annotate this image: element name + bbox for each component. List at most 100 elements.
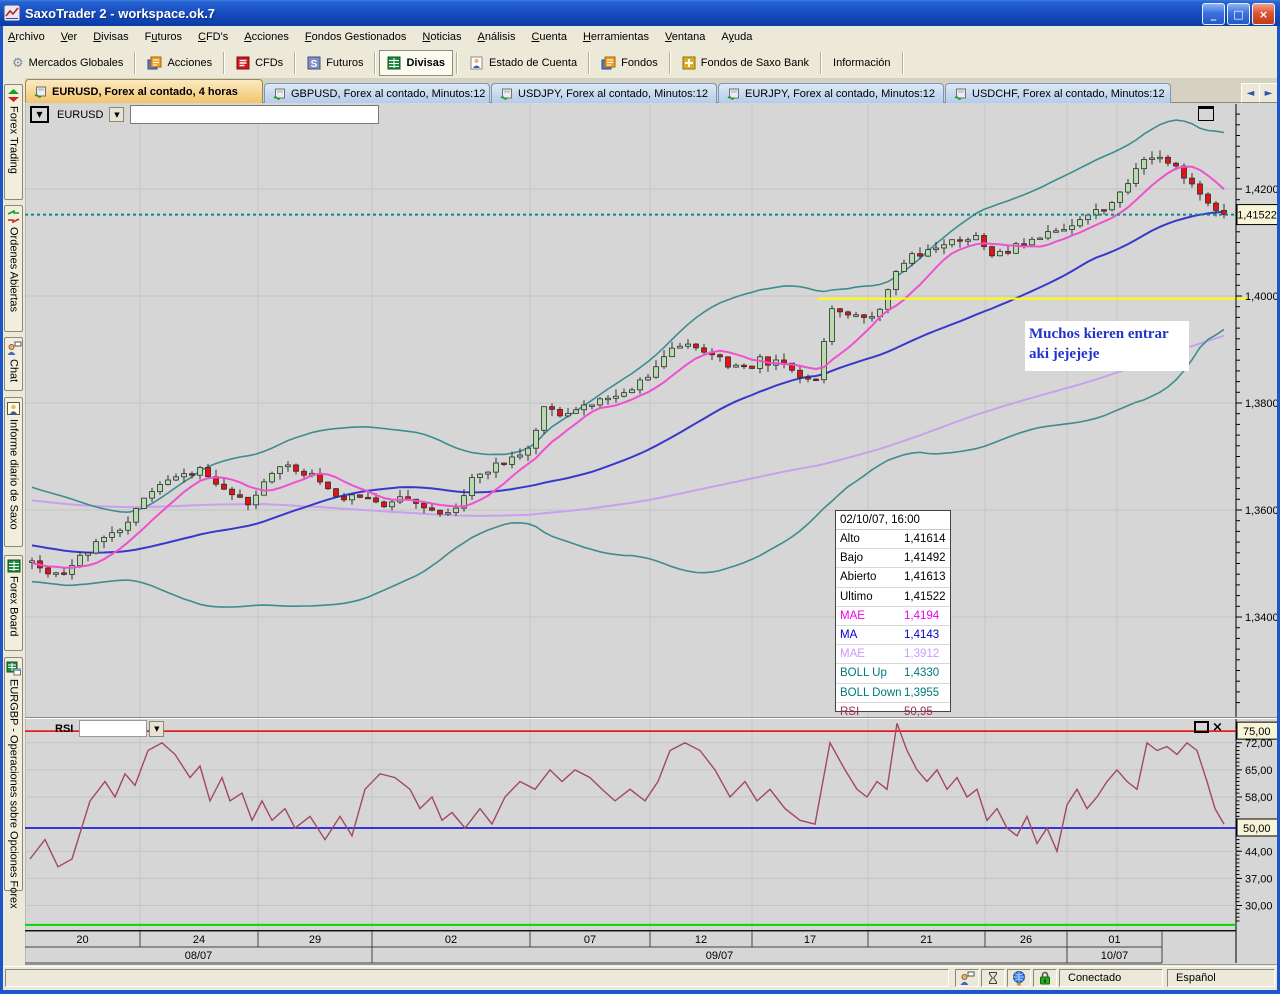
tab-scroll-right-button[interactable]: ► <box>1259 83 1278 103</box>
chart-menu-button[interactable]: ▼ <box>30 106 49 123</box>
rsi-panel-controls: × <box>1194 721 1223 733</box>
tab-eurjpy[interactable]: EURJPY, Forex al contado, Minutos:12 <box>718 83 944 103</box>
app-icon <box>4 5 20 21</box>
instrument-search-input[interactable] <box>130 105 379 124</box>
menu-futuros[interactable]: Futuros <box>137 28 190 46</box>
network-globe-icon <box>1011 970 1027 986</box>
status-cell-hourglass-icon[interactable] <box>981 969 1005 987</box>
tab-usdchf[interactable]: USDCHF, Forex al contado, Minutos:12 <box>945 83 1171 103</box>
menu-cfd-s[interactable]: CFD's <box>190 28 236 46</box>
tab-scroll-left-button[interactable]: ◄ <box>1241 83 1260 103</box>
menu-cuenta[interactable]: Cuenta <box>523 28 574 46</box>
instrument-dropdown-button[interactable]: ▼ <box>109 107 124 122</box>
rsi-maximize-icon[interactable] <box>1194 721 1209 733</box>
menu-divisas[interactable]: Divisas <box>85 28 136 46</box>
saxo-funds-icon <box>682 56 696 70</box>
status-cell-network-globe-icon[interactable] <box>1007 969 1031 987</box>
menu-acciones[interactable]: Acciones <box>236 28 297 46</box>
tooltip-row-label: BOLL Down <box>840 684 904 702</box>
tab-eurusd[interactable]: EURUSD, Forex al contado, 4 horas <box>25 79 263 103</box>
tooltip-row-value: 1,41522 <box>904 588 946 606</box>
chart-doc-icon <box>273 88 286 100</box>
toolbar-button-fondos[interactable]: Fondos <box>593 50 666 76</box>
sidebar-item-label: Forex Trading <box>8 106 20 174</box>
menu-ver[interactable]: Ver <box>53 28 86 46</box>
futures-icon: S <box>307 56 321 70</box>
chart-doc-icon <box>500 88 513 100</box>
tooltip-row-value: 1,3955 <box>904 684 939 702</box>
sidebar-item-ordenes-abiertas[interactable]: Ordenes Abiertas <box>4 205 23 332</box>
menu-ventana[interactable]: Ventana <box>657 28 713 46</box>
toolbar-button-label: Información <box>833 57 890 69</box>
menu-ayuda[interactable]: Ayuda <box>713 28 760 46</box>
tooltip-row-value: 1,4330 <box>904 664 939 682</box>
rsi-dropdown-button[interactable]: ▼ <box>149 721 164 737</box>
tooltip-row-label: Alto <box>840 530 904 548</box>
toolbar-separator <box>820 52 822 74</box>
status-bar: Conectado Español <box>3 966 1277 991</box>
toolbar-button-cfds[interactable]: CFDs <box>228 50 291 76</box>
annotation-line: Muchos kieren entrar <box>1029 324 1187 344</box>
chart-text-annotation[interactable]: Muchos kieren entrar aki jejejeje <box>1025 321 1189 371</box>
rsi-settings-input[interactable] <box>79 720 147 737</box>
menu-herramientas[interactable]: Herramientas <box>575 28 657 46</box>
tooltip-row-label: RSI <box>840 703 904 721</box>
chart-restore-icon[interactable] <box>1198 106 1214 121</box>
toolbar-button-fondos-de-saxo-bank[interactable]: Fondos de Saxo Bank <box>674 50 817 76</box>
status-message-area <box>5 969 949 987</box>
menu-archivo[interactable]: Archivo <box>0 28 53 46</box>
tooltip-row-label: MA <box>840 626 904 644</box>
tab-gbpusd[interactable]: GBPUSD, Forex al contado, Minutos:12 <box>264 83 490 103</box>
status-cell-chat-user-icon[interactable] <box>955 969 979 987</box>
sidebar-item-informe-diario-de-saxo[interactable]: Informe diario de Saxo <box>4 397 23 547</box>
stocks-icon <box>147 56 162 70</box>
daily-report-icon <box>6 401 21 416</box>
sidebar-item-forex-trading[interactable]: Forex Trading <box>4 84 23 200</box>
account-icon <box>469 56 484 70</box>
tooltip-row-value: 1,4194 <box>904 607 939 625</box>
tab-strip: EURUSD, Forex al contado, 4 horas GBPUSD,… <box>25 78 1172 103</box>
window-border-left <box>0 26 3 990</box>
status-cell-lock-icon[interactable] <box>1033 969 1057 987</box>
language-status: Español <box>1167 969 1275 987</box>
toolbar-button-futuros[interactable]: S Futuros <box>299 50 371 76</box>
tooltip-row-value: 50,95 <box>904 703 933 721</box>
close-button[interactable]: × <box>1252 3 1275 25</box>
chart-canvas[interactable] <box>25 103 1277 964</box>
tooltip-rows: Alto1,41614Bajo1,41492Abierto1,41613Ulti… <box>836 530 950 721</box>
scroll-right-icon: ► <box>1265 88 1273 99</box>
window-title: SaxoTrader 2 - workspace.ok.7 <box>25 6 215 21</box>
scroll-left-icon: ◄ <box>1247 88 1255 99</box>
menu-bar: ArchivoVerDivisasFuturosCFD'sAccionesFon… <box>0 26 1280 49</box>
toolbar-button-estado-de-cuenta[interactable]: Estado de Cuenta <box>461 50 585 76</box>
fx-options-icon <box>6 661 21 676</box>
tooltip-row: Ultimo1,41522 <box>836 588 950 607</box>
toolbar-separator <box>588 52 590 74</box>
instrument-select[interactable]: EURUSD <box>57 109 103 121</box>
menu-an-lisis[interactable]: Análisis <box>470 28 524 46</box>
tooltip-row: BOLL Down1,3955 <box>836 684 950 703</box>
tab-usdjpy[interactable]: USDJPY, Forex al contado, Minutos:12 <box>491 83 717 103</box>
title-bar: SaxoTrader 2 - workspace.ok.7 _□× <box>0 0 1280 26</box>
sidebar-item-forex-board[interactable]: Forex Board <box>4 555 23 651</box>
rsi-close-icon[interactable]: × <box>1212 722 1223 733</box>
toolbar-button-label: Futuros <box>326 57 363 69</box>
menu-noticias[interactable]: Noticias <box>414 28 469 46</box>
sidebar-item-chat[interactable]: Chat <box>4 337 23 391</box>
toolbar-button-mercados-globales[interactable]: ⚙Mercados Globales <box>4 50 131 76</box>
tab-label: EURUSD, Forex al contado, 4 horas <box>52 86 238 98</box>
toolbar-separator <box>669 52 671 74</box>
maximize-button[interactable]: □ <box>1227 3 1250 25</box>
menu-fondos-gestionados[interactable]: Fondos Gestionados <box>297 28 415 46</box>
toolbar-separator <box>902 52 904 74</box>
toolbar-button-acciones[interactable]: Acciones <box>139 50 220 76</box>
tab-label: EURJPY, Forex al contado, Minutos:12 <box>745 88 935 100</box>
toolbar-button-divisas[interactable]: Divisas <box>379 50 453 76</box>
tooltip-row: BOLL Up1,4330 <box>836 664 950 683</box>
toolbar-button-informaci-n[interactable]: Información <box>825 50 898 76</box>
left-sidebar: Forex Trading Ordenes Abiertas Chat Informe… <box>3 78 25 966</box>
annotation-line: aki jejejeje <box>1029 344 1187 364</box>
minimize-button[interactable]: _ <box>1202 3 1225 25</box>
sidebar-item-eurgbp-operaciones-sobre-opciones-forex[interactable]: EURGBP - Operaciones sobre Opciones Fore… <box>4 657 23 891</box>
tooltip-row: Abierto1,41613 <box>836 568 950 587</box>
